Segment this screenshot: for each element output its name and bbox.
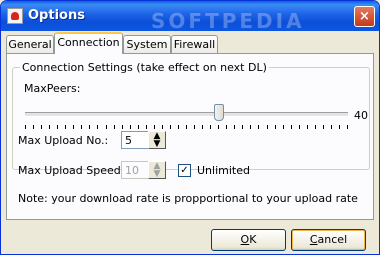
slider-tick xyxy=(154,125,155,129)
tab-connection[interactable]: Connection xyxy=(54,32,123,54)
connection-settings-group: Connection Settings (take effect on next… xyxy=(12,61,370,170)
slider-tick xyxy=(130,125,131,129)
spin-down-icon[interactable]: ▼ xyxy=(149,170,165,179)
slider-tick xyxy=(331,125,332,129)
slider-tick xyxy=(291,125,292,129)
slider-tick xyxy=(33,125,34,129)
unlimited-checkbox[interactable]: ✓ xyxy=(178,164,191,177)
slider-tick xyxy=(57,125,58,129)
slider-tick xyxy=(65,125,66,129)
slider-tick xyxy=(49,125,50,129)
slider-tick xyxy=(283,125,284,129)
slider-tick xyxy=(41,125,42,129)
spin-down-icon[interactable]: ▼ xyxy=(149,140,165,149)
slider-tick xyxy=(339,125,340,129)
slider-tick xyxy=(275,125,276,129)
connection-panel: Connection Settings (take effect on next… xyxy=(6,53,374,220)
slider-tick xyxy=(347,125,348,129)
ok-mnemonic: O xyxy=(240,233,250,246)
slider-tick xyxy=(186,125,187,129)
unlimited-label[interactable]: Unlimited xyxy=(197,164,250,177)
slider-tick xyxy=(234,125,235,129)
slider-tick xyxy=(138,125,139,129)
slider-tick xyxy=(307,125,308,129)
max-upload-no-label: Max Upload No.: xyxy=(18,134,109,147)
slider-tick xyxy=(242,125,243,129)
watermark: SOFTPEDIA xyxy=(151,9,305,33)
tab-firewall[interactable]: Firewall xyxy=(171,35,218,53)
slider-tick xyxy=(315,125,316,129)
ok-button[interactable]: OK xyxy=(211,229,286,251)
tab-general[interactable]: General xyxy=(6,35,54,53)
max-upload-no-spinner[interactable]: ▲ ▼ xyxy=(148,131,166,149)
ok-label-rest: K xyxy=(249,233,257,246)
slider-tick xyxy=(106,125,107,129)
slider-tick xyxy=(250,125,251,129)
slider-tick xyxy=(73,125,74,129)
slider-tick xyxy=(267,125,268,129)
window-title: Options xyxy=(28,8,85,23)
group-title: Connection Settings (take effect on next… xyxy=(20,61,269,74)
max-upload-speed-spinner[interactable]: ▲ ▼ xyxy=(148,161,166,179)
slider-tick xyxy=(258,125,259,129)
cancel-button[interactable]: Cancel xyxy=(291,229,366,251)
slider-tick xyxy=(170,125,171,129)
maxpeers-slider-thumb[interactable] xyxy=(213,104,224,121)
slider-tick xyxy=(81,125,82,129)
slider-tick xyxy=(146,125,147,129)
max-upload-speed-input[interactable] xyxy=(121,161,149,179)
slider-tick xyxy=(194,125,195,129)
max-upload-no-input[interactable] xyxy=(121,131,149,149)
slider-tick xyxy=(226,125,227,129)
app-icon xyxy=(7,8,23,24)
slider-tick xyxy=(210,125,211,129)
slider-tick xyxy=(122,125,123,129)
cancel-label-rest: ancel xyxy=(317,233,348,246)
check-mark-icon: ✓ xyxy=(180,165,189,176)
max-upload-speed-label: Max Upload Speed: xyxy=(18,164,125,177)
title-bar[interactable]: Options SOFTPEDIA × xyxy=(1,1,379,33)
slider-tick xyxy=(89,125,90,129)
options-window: Options SOFTPEDIA × General Connection S… xyxy=(0,0,380,255)
slider-tick xyxy=(202,125,203,129)
slider-tick xyxy=(218,125,219,129)
slider-tick xyxy=(299,125,300,129)
slider-tick xyxy=(162,125,163,129)
tab-system[interactable]: System xyxy=(123,35,171,53)
slider-tick xyxy=(114,125,115,129)
slider-tick xyxy=(178,125,179,129)
slider-tick xyxy=(25,125,26,129)
cancel-mnemonic: C xyxy=(309,233,318,246)
maxpeers-label: MaxPeers: xyxy=(24,82,81,95)
maxpeers-value: 40 xyxy=(354,109,368,122)
slider-ticks xyxy=(25,125,348,129)
slider-tick xyxy=(323,125,324,129)
upload-rate-note: Note: your download rate is propportiona… xyxy=(18,192,358,205)
maxpeers-slider-track[interactable] xyxy=(25,112,348,117)
close-button[interactable]: × xyxy=(354,6,375,27)
slider-tick xyxy=(97,125,98,129)
